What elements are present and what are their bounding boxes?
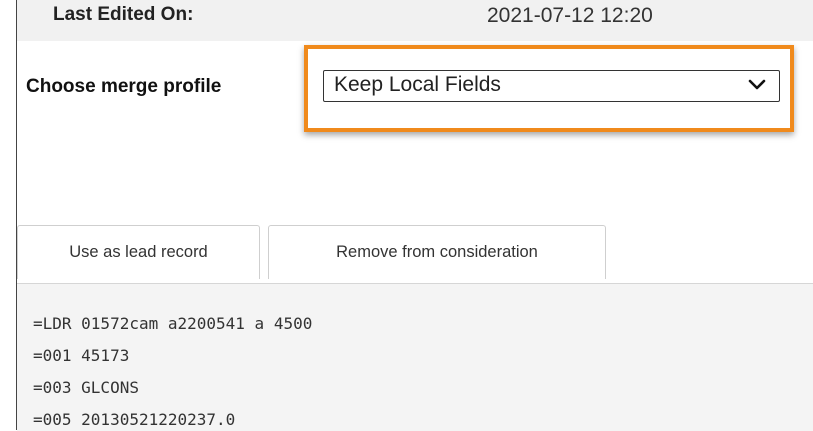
merge-profile-label: Choose merge profile — [26, 76, 222, 97]
marc-line: =003 GLCONS — [33, 378, 139, 397]
remove-from-consideration-button[interactable]: Remove from consideration — [268, 225, 606, 279]
chevron-down-icon — [748, 79, 766, 90]
use-as-lead-record-button[interactable]: Use as lead record — [17, 225, 260, 279]
merge-profile-select[interactable]: Keep Local Fields — [323, 70, 780, 102]
marc-line: =001 45173 — [33, 346, 130, 365]
merge-profile-selected-value: Keep Local Fields — [334, 73, 501, 96]
last-edited-value: 2021-07-12 12:20 — [487, 4, 653, 27]
last-edited-label: Last Edited On: — [53, 4, 194, 25]
marc-record-preview: =LDR 01572cam a2200541 a 4500 =001 45173… — [17, 283, 813, 431]
marc-line: =005 20130521220237.0 — [33, 410, 236, 429]
last-edited-row: Last Edited On: 2021-07-12 12:20 — [17, 0, 813, 41]
marc-line: =LDR 01572cam a2200541 a 4500 — [33, 314, 313, 333]
